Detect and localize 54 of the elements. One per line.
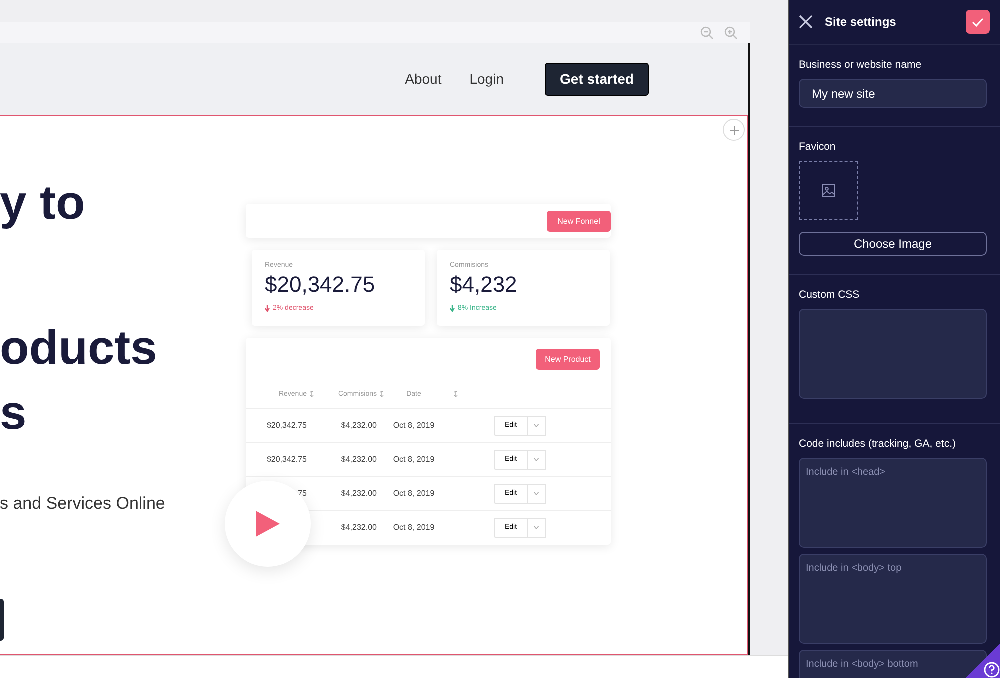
hero-headline: s	[0, 386, 28, 442]
add-section-button[interactable]	[723, 119, 745, 141]
field-label: Custom CSS	[799, 289, 861, 301]
image-icon	[822, 184, 836, 198]
sort-icon[interactable]	[454, 391, 458, 397]
close-icon[interactable]	[799, 15, 813, 29]
caret-icon	[534, 526, 539, 529]
stat-value: $4,232	[450, 272, 518, 298]
table-cell: Oct 8, 2019	[393, 523, 435, 532]
field-label: Business or website name	[799, 59, 923, 71]
caret-icon	[534, 492, 539, 495]
hero-subtitle: s and Services Online	[0, 494, 166, 514]
table-cell: Oct 8, 2019	[393, 455, 435, 464]
get-started-button[interactable]: Get started	[545, 62, 649, 96]
code-textarea[interactable]: Include in <head>	[799, 458, 987, 548]
nav-link[interactable]: About	[405, 71, 442, 87]
table-cell: $4,232.00	[341, 489, 377, 498]
choose-image-button[interactable]: Choose Image	[799, 232, 987, 256]
code-textarea[interactable]: Include in <body> top	[799, 554, 987, 644]
dropdown-button[interactable]	[528, 416, 546, 436]
hero-button[interactable]	[0, 599, 4, 641]
panel-title: Site settings	[825, 15, 898, 29]
favicon-dropzone[interactable]	[799, 161, 858, 220]
help-icon[interactable]	[966, 644, 1000, 678]
caret-icon	[534, 424, 539, 427]
stat-value: $20,342.75	[265, 272, 376, 298]
table-cell: $4,232.00	[341, 455, 377, 464]
table-cell: $4,232.00	[341, 421, 377, 430]
table-cell: 75	[298, 489, 307, 498]
play-icon	[256, 511, 280, 537]
name-input[interactable]: My new site	[799, 79, 987, 108]
table-cell: Oct 8, 2019	[393, 421, 435, 430]
caret-icon	[534, 458, 539, 461]
confirm-button[interactable]	[966, 10, 990, 34]
hero-headline: y to	[0, 176, 86, 232]
dropdown-button[interactable]	[528, 450, 546, 470]
table-cell: $20,342.75	[266, 421, 307, 430]
table-cell: $4,232.00	[341, 523, 377, 532]
zoom-in-icon[interactable]	[724, 26, 738, 40]
table-cell: $20,342.75	[266, 455, 307, 464]
zoom-out-icon[interactable]	[700, 26, 714, 40]
sort-icon[interactable]	[380, 391, 384, 397]
code-textarea[interactable]: Include in <body> bottom	[799, 650, 987, 678]
hero-headline: oducts	[0, 321, 158, 377]
nav-link[interactable]: Login	[470, 71, 504, 87]
sort-icon[interactable]	[310, 391, 314, 397]
field-label: Favicon	[799, 141, 837, 153]
check-icon	[972, 18, 984, 26]
dropdown-button[interactable]	[528, 484, 546, 504]
table-cell: Oct 8, 2019	[393, 489, 435, 498]
plus-icon	[730, 126, 738, 134]
field-label: Code includes (tracking, GA, etc.)	[799, 438, 957, 450]
dropdown-button[interactable]	[528, 518, 546, 538]
css-textarea[interactable]	[799, 309, 987, 399]
